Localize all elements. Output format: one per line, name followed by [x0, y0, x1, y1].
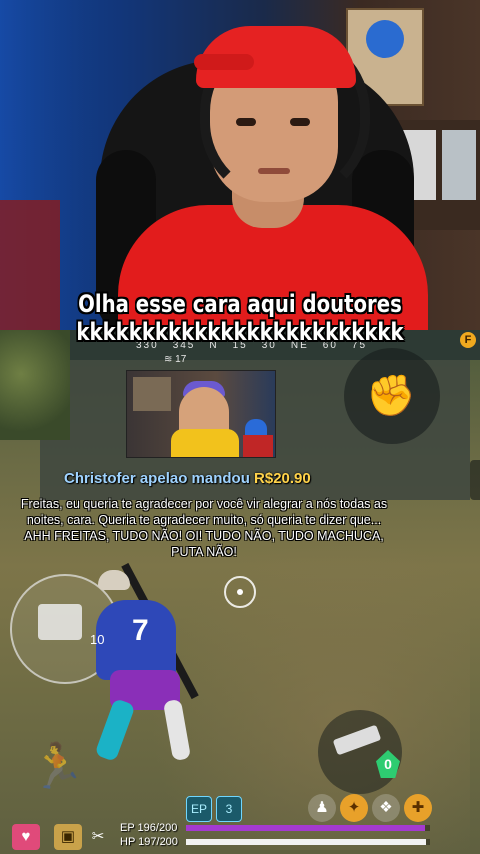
gun-icon: [332, 724, 382, 756]
crosshair-icon: [224, 576, 256, 608]
skill-ep-icon[interactable]: EP: [186, 796, 212, 822]
level-tag: 10: [90, 632, 105, 647]
hp-bar: HP 197/200: [120, 836, 430, 848]
skill-slot-icon[interactable]: 3: [216, 796, 242, 822]
tools-icon[interactable]: ✂: [84, 824, 112, 850]
ping-indicator: ≋ 17: [164, 354, 187, 365]
grenade-icon[interactable]: ✦: [340, 794, 368, 822]
emote-icon[interactable]: ♥: [12, 824, 40, 850]
ep-value: 196/200: [137, 822, 178, 834]
hp-fill: [186, 839, 427, 845]
joystick-knob[interactable]: [38, 604, 82, 640]
player-character: 7 10: [86, 562, 206, 770]
donation-amount: R$20.90: [254, 470, 311, 487]
wifi-icon: ≋: [164, 354, 173, 365]
punch-button[interactable]: ✊: [344, 348, 440, 444]
caption-line-2: kkkkkkkkkkkkkkkkkkkkkkkkk: [76, 318, 404, 346]
gloo-wall-icon[interactable]: ❖: [372, 794, 400, 822]
caption-line-1: Olha esse cara aqui doutores: [78, 290, 402, 318]
donation-video-thumbnail: [126, 370, 276, 458]
jersey-number: 7: [132, 614, 149, 647]
streamer-webcam: [0, 0, 480, 330]
donation-message: Freitas, eu queria te agradecer por você…: [20, 497, 388, 559]
ep-bar: EP 196/200: [120, 822, 430, 834]
game-view: 330 345 N 15 30 NE 60 75 ≋ 17 F Christofer apel…: [0, 330, 480, 854]
donation-header: Christofer apelao mandou R$20.90: [64, 470, 311, 487]
run-icon[interactable]: 🏃: [30, 740, 90, 810]
side-panel-tab[interactable]: [470, 460, 480, 500]
video-caption: Olha esse cara aqui doutores kkkkkkkkkkk…: [43, 290, 437, 346]
tree: [0, 330, 70, 440]
character-skill-icon[interactable]: ♟: [308, 794, 336, 822]
backpack-icon[interactable]: ▣: [54, 824, 82, 850]
player-hat: [98, 570, 130, 590]
hp-value: 197/200: [138, 836, 178, 848]
medkit-icon[interactable]: ✚: [404, 794, 432, 822]
corner-badge: F: [460, 332, 476, 348]
status-bars: EP 196/200 HP 197/200: [120, 822, 430, 850]
fist-icon: ✊: [366, 374, 416, 418]
donor-text: Christofer apelao mandou: [64, 470, 250, 487]
ep-fill: [186, 825, 426, 831]
